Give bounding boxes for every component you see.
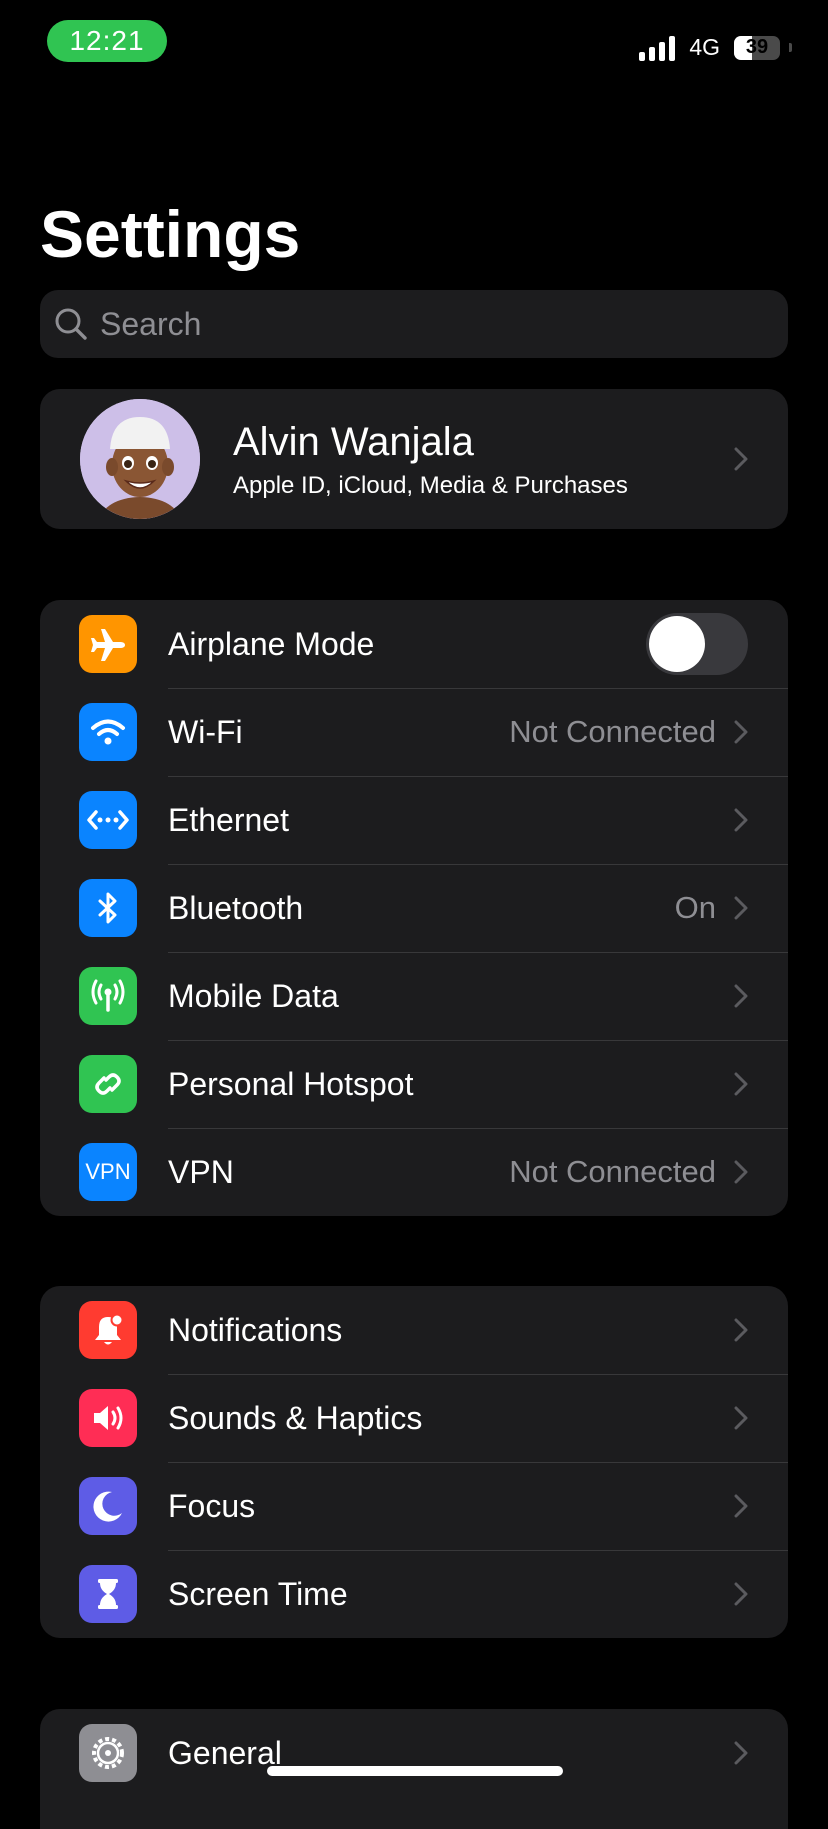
- settings-row-personal-hotspot[interactable]: Personal Hotspot: [40, 1040, 788, 1128]
- network-type: 4G: [689, 34, 720, 60]
- ethernet-icon: [79, 791, 137, 849]
- ethernet-label: Ethernet: [168, 801, 289, 838]
- chevron-right-icon: [734, 1318, 748, 1342]
- chevron-right-icon: [734, 896, 748, 920]
- chevron-right-icon: [734, 1160, 748, 1184]
- settings-row-general[interactable]: General: [40, 1709, 788, 1797]
- settings-row-notifications[interactable]: Notifications: [40, 1286, 788, 1374]
- screen-time-label: Screen Time: [168, 1575, 348, 1612]
- chevron-right-icon: [734, 808, 748, 832]
- chevron-right-icon: [734, 447, 748, 471]
- battery-percentage: 39: [745, 36, 769, 58]
- wifi-value: Not Connected: [509, 714, 716, 749]
- chevron-right-icon: [734, 1741, 748, 1765]
- vpn-icon-text: VPN: [85, 1159, 131, 1184]
- settings-row-screen-time[interactable]: Screen Time: [40, 1550, 788, 1638]
- battery-icon: 39: [734, 35, 780, 60]
- status-time: 12:21: [47, 20, 167, 62]
- chevron-right-icon: [734, 720, 748, 744]
- sounds-haptics-label: Sounds & Haptics: [168, 1399, 423, 1436]
- apple-id-card[interactable]: Alvin Wanjala Apple ID, iCloud, Media & …: [40, 389, 788, 529]
- hotspot-icon: [79, 1055, 137, 1113]
- hourglass-icon: [79, 1565, 137, 1623]
- bluetooth-value: On: [674, 890, 716, 925]
- home-indicator[interactable]: [267, 1766, 563, 1776]
- personal-hotspot-label: Personal Hotspot: [168, 1065, 414, 1102]
- speaker-icon: [79, 1389, 137, 1447]
- chevron-right-icon: [734, 1406, 748, 1430]
- airplane-icon: [79, 615, 137, 673]
- profile-subtitle: Apple ID, iCloud, Media & Purchases: [233, 472, 628, 499]
- wifi-icon: [79, 703, 137, 761]
- settings-row-vpn[interactable]: VPN VPN Not Connected: [40, 1128, 788, 1216]
- profile-name: Alvin Wanjala: [233, 420, 474, 464]
- focus-label: Focus: [168, 1487, 256, 1524]
- notifications-group: Notifications Sounds & Haptics Focus Scr…: [40, 1286, 788, 1638]
- search-input[interactable]: [98, 304, 702, 344]
- page-title: Settings: [40, 197, 301, 271]
- airplane-mode-toggle[interactable]: [646, 613, 748, 675]
- gear-icon: [79, 1724, 137, 1782]
- moon-icon: [79, 1477, 137, 1535]
- avatar: [80, 399, 200, 519]
- search-icon: [55, 308, 87, 340]
- notifications-label: Notifications: [168, 1311, 343, 1348]
- status-indicators: 4G 39: [639, 34, 792, 61]
- signal-icon: [639, 35, 676, 61]
- vpn-icon: VPN: [79, 1143, 137, 1201]
- wifi-label: Wi-Fi: [168, 713, 243, 750]
- airplane-mode-label: Airplane Mode: [168, 625, 375, 662]
- chevron-right-icon: [734, 984, 748, 1008]
- bluetooth-label: Bluetooth: [168, 889, 304, 926]
- settings-row-focus[interactable]: Focus: [40, 1462, 788, 1550]
- settings-row-bluetooth[interactable]: Bluetooth On: [40, 864, 788, 952]
- chevron-right-icon: [734, 1072, 748, 1096]
- vpn-label: VPN: [168, 1153, 234, 1190]
- settings-row-airplane-mode[interactable]: Airplane Mode: [40, 600, 788, 688]
- settings-row-wifi[interactable]: Wi-Fi Not Connected: [40, 688, 788, 776]
- mobile-data-label: Mobile Data: [168, 977, 339, 1014]
- chevron-right-icon: [734, 1582, 748, 1606]
- vpn-value: Not Connected: [509, 1154, 716, 1189]
- settings-row-ethernet[interactable]: Ethernet: [40, 776, 788, 864]
- settings-row-sounds-haptics[interactable]: Sounds & Haptics: [40, 1374, 788, 1462]
- chevron-right-icon: [734, 1494, 748, 1518]
- search-bar[interactable]: [40, 290, 788, 358]
- bell-icon: [79, 1301, 137, 1359]
- bluetooth-icon: [79, 879, 137, 937]
- antenna-icon: [79, 967, 137, 1025]
- connectivity-group: Airplane Mode Wi-Fi Not Connected Ethern…: [40, 600, 788, 1216]
- settings-row-mobile-data[interactable]: Mobile Data: [40, 952, 788, 1040]
